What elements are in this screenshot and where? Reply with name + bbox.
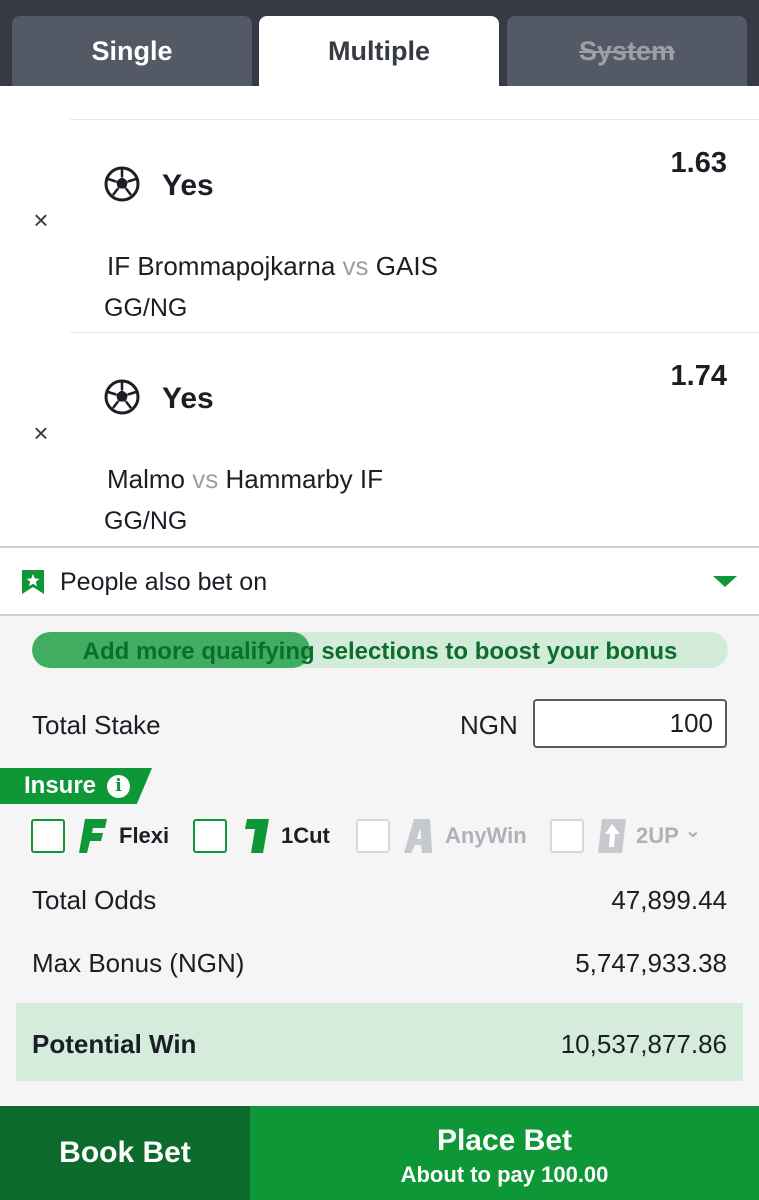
selection-item: × Yes 1.63 IF Brommapojkarna vs GAIS GG/… — [0, 119, 759, 332]
1cut-logo-icon — [245, 819, 269, 853]
place-bet-button[interactable]: Place Bet About to pay 100.00 — [250, 1106, 759, 1200]
1cut-checkbox[interactable] — [193, 819, 227, 853]
divider — [70, 332, 759, 333]
market-name: GG/NG — [104, 294, 188, 322]
insure-label: Insure — [24, 772, 97, 799]
book-bet-button[interactable]: Book Bet — [0, 1106, 250, 1200]
place-bet-label: Place Bet — [436, 1124, 573, 1157]
flexi-logo-icon — [79, 819, 107, 853]
potential-win-label: Potential Win — [32, 1029, 197, 1059]
caret-down-icon[interactable] — [713, 576, 737, 587]
soccer-ball-icon — [104, 379, 140, 415]
tab-multiple[interactable]: Multiple — [259, 16, 499, 86]
2up-checkbox[interactable] — [550, 819, 584, 853]
selection-item: × Yes 1.74 Malmo vs Hammarby IF GG/NG — [0, 332, 759, 545]
insure-banner: Insure i — [0, 768, 152, 804]
anywin-checkbox[interactable] — [356, 819, 390, 853]
total-stake-label: Total Stake — [32, 710, 161, 740]
flexi-label: Flexi — [119, 823, 170, 848]
remove-selection-icon[interactable]: × — [28, 207, 54, 233]
anywin-label: AnyWin — [445, 823, 527, 848]
selection-odds: 1.63 — [670, 147, 727, 179]
currency-label: NGN — [460, 710, 518, 740]
total-odds-label: Total Odds — [32, 885, 157, 915]
bookmark-star-icon — [22, 570, 44, 594]
flexi-checkbox[interactable] — [31, 819, 65, 853]
people-also-bet-on-label: People also bet on — [60, 568, 268, 596]
match-name: Malmo vs Hammarby IF — [107, 464, 383, 494]
bonus-progress-bar: Add more qualifying selections to boost … — [32, 632, 728, 668]
info-icon[interactable]: i — [107, 775, 130, 798]
bonus-progress-text: Add more qualifying selections to boost … — [82, 638, 678, 665]
people-also-bet-on-bar[interactable]: People also bet on — [0, 546, 759, 616]
2up-label: 2UP ⌄ — [636, 820, 702, 848]
selection-odds: 1.74 — [670, 360, 727, 392]
chevron-down-icon[interactable]: ⌄ — [685, 820, 702, 842]
1cut-label: 1Cut — [281, 823, 330, 848]
selections-list: × Yes 1.63 IF Brommapojkarna vs GAIS GG/… — [0, 86, 759, 546]
potential-win-value: 10,537,877.86 — [560, 1029, 727, 1059]
max-bonus-value: 5,747,933.38 — [575, 948, 727, 978]
stake-input[interactable] — [533, 699, 727, 748]
book-bet-label: Book Bet — [59, 1136, 191, 1169]
divider — [70, 119, 759, 120]
max-bonus-label: Max Bonus (NGN) — [32, 948, 245, 978]
remove-selection-icon[interactable]: × — [28, 420, 54, 446]
market-name: GG/NG — [104, 507, 188, 535]
potential-win-row: Potential Win 10,537,877.86 — [16, 1003, 743, 1081]
soccer-ball-icon — [104, 166, 140, 202]
2up-logo-icon — [598, 819, 626, 853]
selection-pick: Yes — [162, 382, 214, 415]
selection-pick: Yes — [162, 169, 214, 202]
tab-system[interactable]: System — [507, 16, 747, 86]
tab-single[interactable]: Single — [12, 16, 252, 86]
bet-type-tabs: Single Multiple System — [0, 0, 759, 86]
match-name: IF Brommapojkarna vs GAIS — [107, 251, 438, 281]
anywin-logo-icon — [404, 819, 432, 853]
total-odds-value: 47,899.44 — [611, 885, 727, 915]
pay-amount-text: About to pay 100.00 — [400, 1162, 609, 1187]
